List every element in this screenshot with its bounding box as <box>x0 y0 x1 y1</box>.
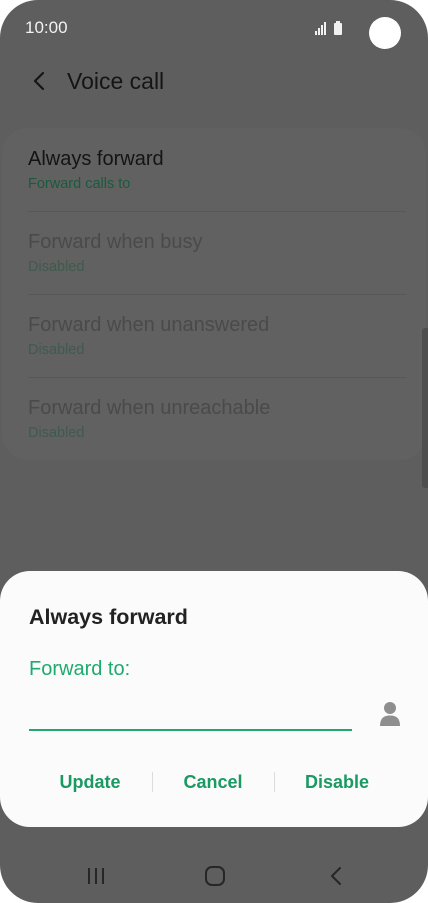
button-divider <box>274 772 275 792</box>
contacts-button[interactable] <box>376 699 404 729</box>
contact-icon <box>380 702 400 726</box>
home-icon <box>205 866 225 886</box>
setting-always-forward[interactable]: Always forward Forward calls to <box>28 128 406 211</box>
chevron-left-icon <box>33 71 45 91</box>
setting-forward-when-unreachable[interactable]: Forward when unreachable Disabled <box>28 377 406 460</box>
back-icon <box>331 867 341 885</box>
setting-subtitle: Disabled <box>28 342 85 358</box>
navigation-bar <box>0 846 428 903</box>
status-time: 10:00 <box>25 18 68 37</box>
setting-forward-when-busy[interactable]: Forward when busy Disabled <box>28 211 406 294</box>
setting-subtitle: Forward calls to <box>28 176 131 192</box>
home-button[interactable] <box>195 860 235 892</box>
recent-apps-button[interactable] <box>76 860 116 892</box>
setting-forward-when-unanswered[interactable]: Forward when unanswered Disabled <box>28 294 406 377</box>
camera-cutout <box>369 17 401 49</box>
status-bar: 10:00 <box>0 0 428 56</box>
status-icons <box>315 21 342 35</box>
disable-button[interactable]: Disable <box>276 766 398 798</box>
recent-apps-icon <box>88 868 104 884</box>
forward-dialog: Always forward Forward to: Update Cancel… <box>0 571 428 827</box>
battery-icon <box>334 21 342 35</box>
phone-screen: 10:00 Voice call Always forward Forward … <box>0 0 428 903</box>
setting-title: Forward when unreachable <box>28 397 271 419</box>
app-header: Voice call <box>0 56 428 106</box>
setting-subtitle: Disabled <box>28 425 85 441</box>
setting-title: Forward when unanswered <box>28 314 270 336</box>
setting-title: Always forward <box>28 148 164 170</box>
back-button[interactable] <box>24 66 54 96</box>
signal-icon <box>315 22 326 35</box>
edge-panel-handle[interactable] <box>422 328 428 488</box>
update-button[interactable]: Update <box>30 766 150 798</box>
nav-back-button[interactable] <box>316 860 356 892</box>
setting-title: Forward when busy <box>28 231 203 253</box>
cancel-button[interactable]: Cancel <box>153 766 273 798</box>
setting-subtitle: Disabled <box>28 259 85 275</box>
page-title: Voice call <box>67 68 165 94</box>
settings-card: Always forward Forward calls to Forward … <box>2 128 426 460</box>
forward-number-input[interactable] <box>29 701 352 731</box>
forward-to-label: Forward to: <box>29 658 131 680</box>
dialog-title: Always forward <box>29 605 188 629</box>
